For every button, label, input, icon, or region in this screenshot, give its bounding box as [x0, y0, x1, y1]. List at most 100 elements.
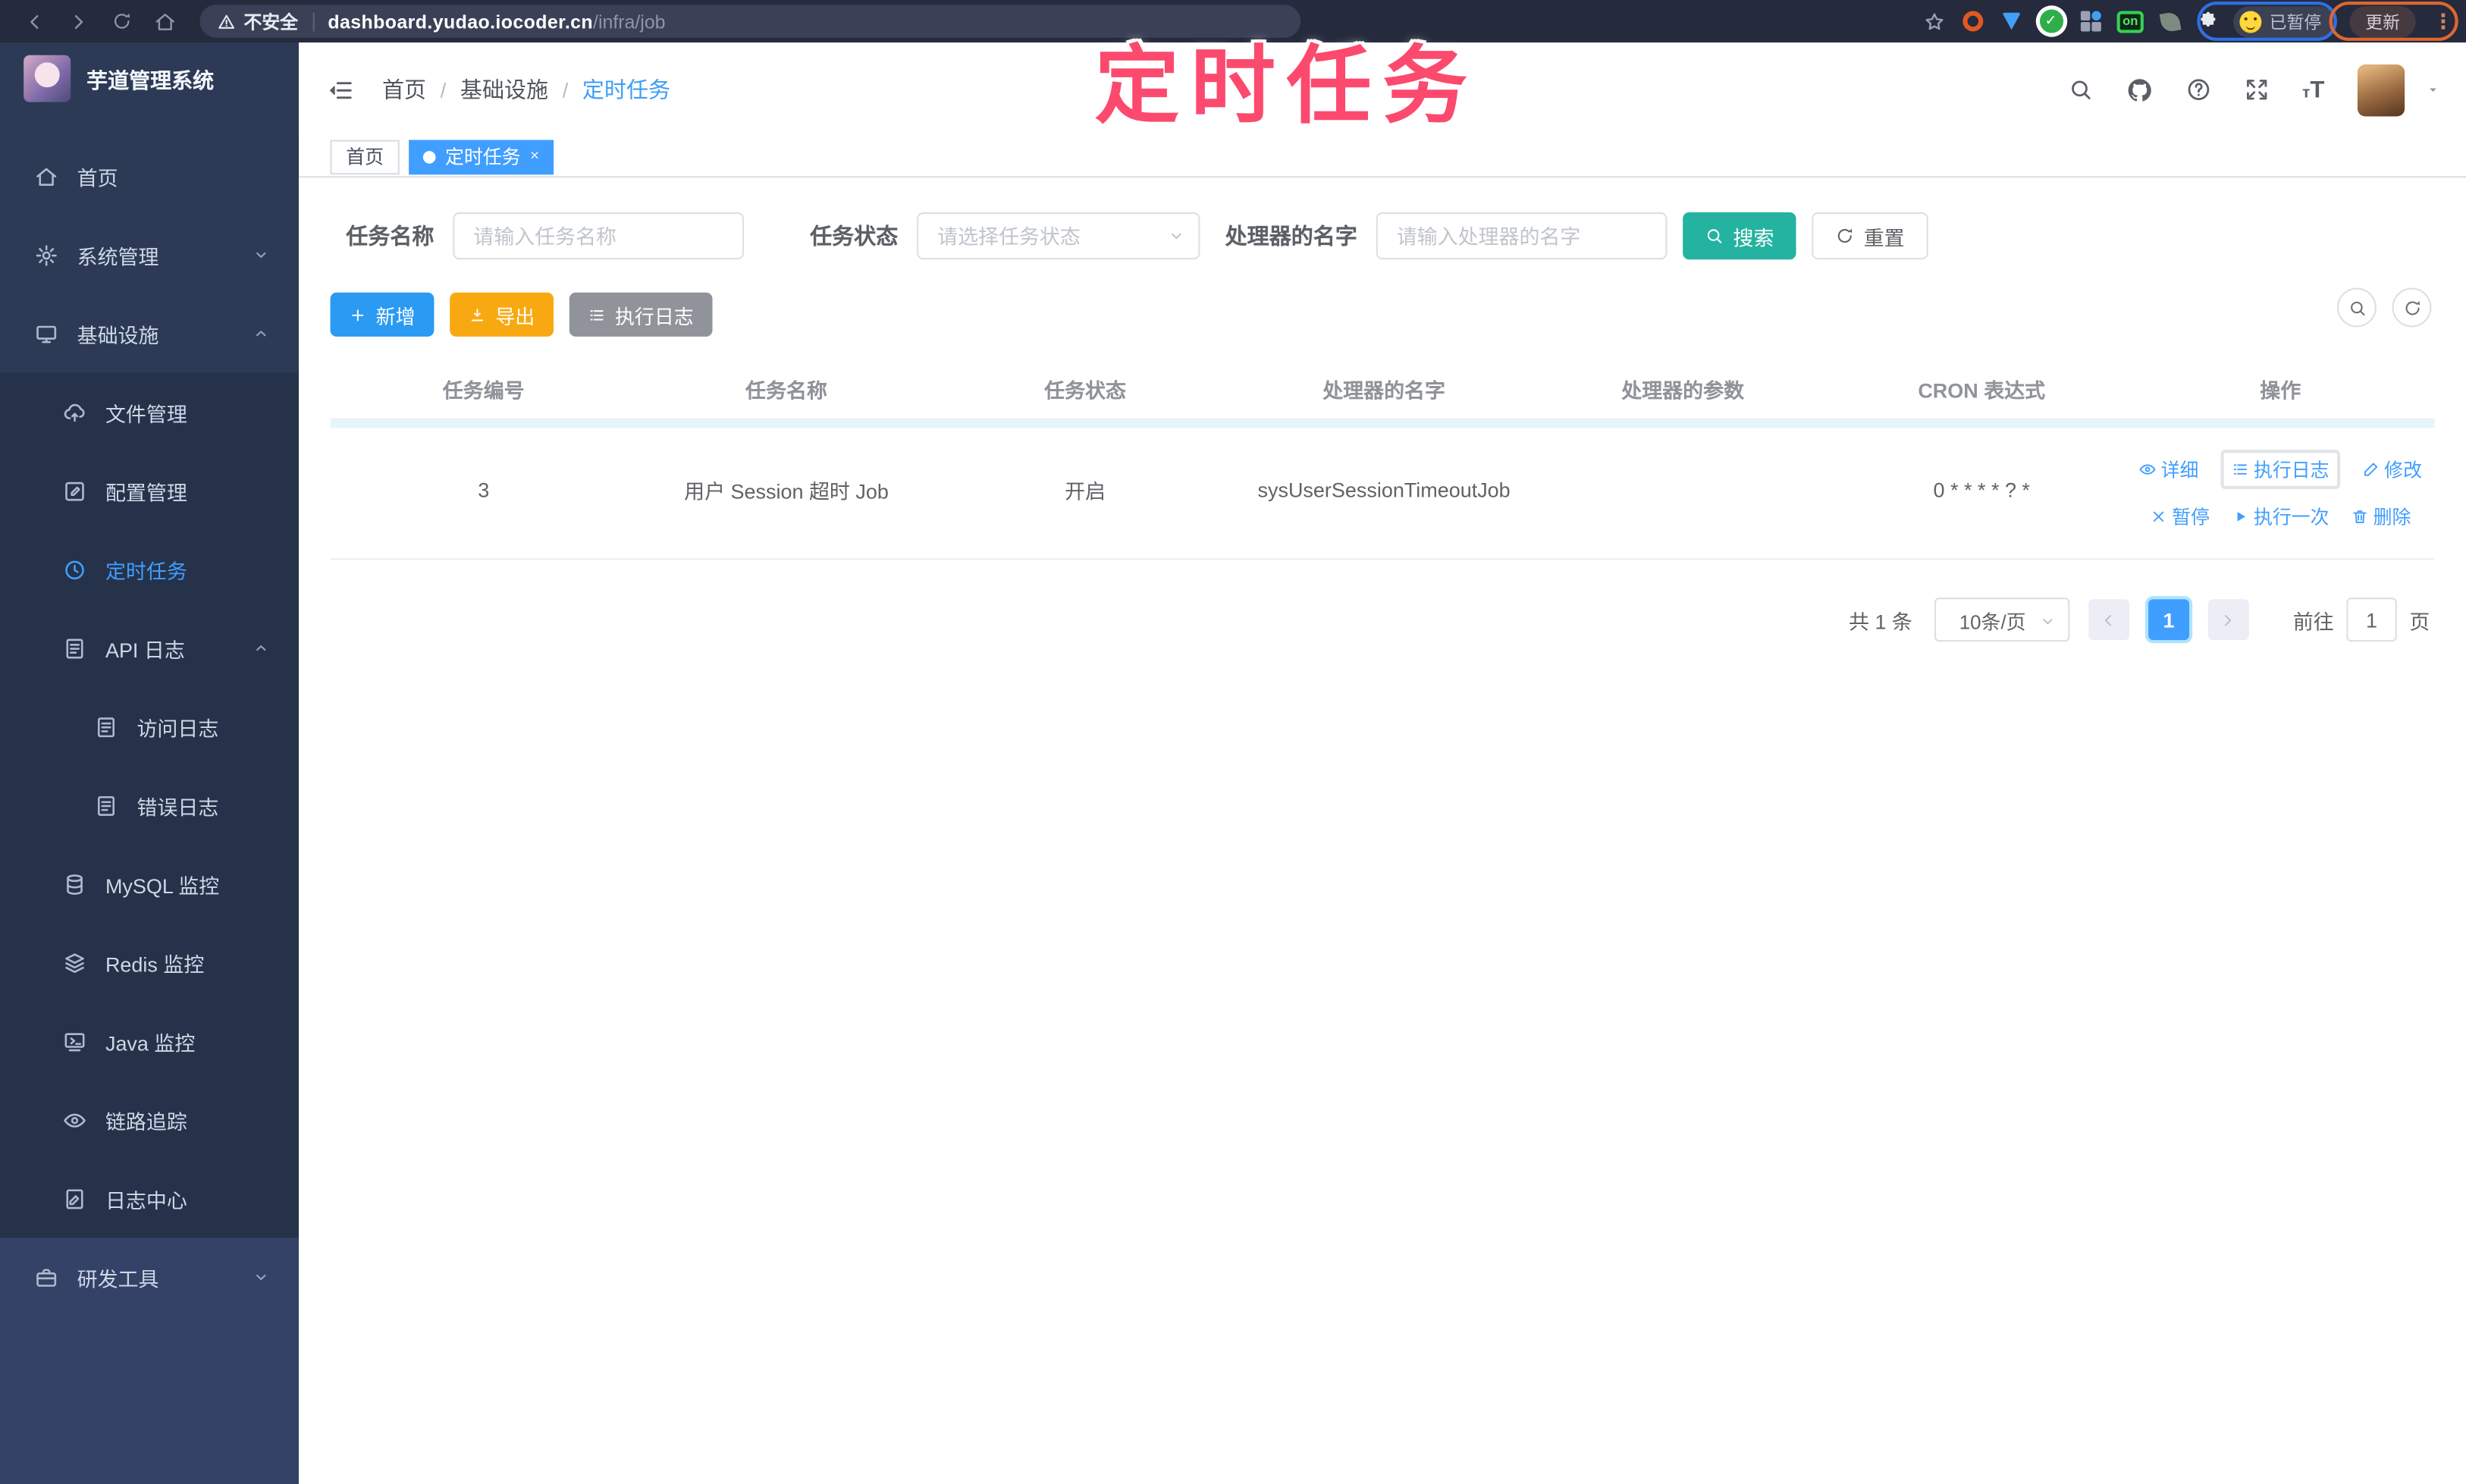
- sidebar-item-mysql-monitor[interactable]: MySQL 监控: [0, 845, 299, 924]
- log-doc-icon: [94, 715, 118, 739]
- page-size-select[interactable]: 10条/页: [1934, 598, 2070, 642]
- next-page-button[interactable]: [2207, 599, 2249, 641]
- edit-link[interactable]: 修改: [2362, 456, 2422, 482]
- pause-link[interactable]: 暂停: [2150, 504, 2210, 530]
- briefcase-icon: [35, 1266, 58, 1289]
- extension-on-badge[interactable]: on: [2116, 10, 2144, 33]
- sidebar-item-java-monitor[interactable]: Java 监控: [0, 1002, 299, 1081]
- log-center-icon: [63, 1187, 86, 1210]
- job-status-select[interactable]: [917, 212, 1200, 260]
- sidebar-collapse-icon[interactable]: [327, 77, 353, 103]
- cell-job-id: 3: [478, 478, 490, 502]
- detail-link[interactable]: 详细: [2139, 456, 2198, 482]
- table-settings: [2336, 287, 2432, 328]
- extension-green-check-icon[interactable]: ✓: [2038, 8, 2063, 33]
- sidebar-menu: 首页 系统管理 基础设施 文件管理 配置管理 定时任务 API 日志 访问日志 …: [0, 115, 300, 1484]
- sidebar-item-api-log[interactable]: API 日志: [0, 609, 299, 688]
- search-button[interactable]: 搜索: [1683, 212, 1796, 260]
- export-button[interactable]: 导出: [450, 292, 554, 337]
- browser-back-icon[interactable]: [24, 10, 45, 32]
- sidebar-item-system-mgmt[interactable]: 系统管理: [0, 215, 299, 294]
- breadcrumb-infrastructure[interactable]: 基础设施: [460, 74, 548, 105]
- chevron-up-icon: [252, 324, 271, 343]
- browser-update-button[interactable]: 更新: [2349, 5, 2416, 37]
- plus-icon: [349, 306, 366, 323]
- tag-home[interactable]: 首页: [330, 139, 400, 174]
- table-row: 3 用户 Session 超时 Job 开启 sysUserSessionTim…: [330, 428, 2435, 560]
- sidebar-item-label: 错误日志: [136, 795, 219, 819]
- handler-name-input[interactable]: [1376, 212, 1668, 260]
- execution-log-button[interactable]: 执行日志: [569, 292, 713, 337]
- monitor-icon: [35, 322, 58, 345]
- browser-forward-icon[interactable]: [67, 10, 89, 32]
- sidebar-item-log-center[interactable]: 日志中心: [0, 1159, 299, 1238]
- sidebar-item-error-log[interactable]: 错误日志: [0, 766, 299, 845]
- sidebar-item-file-mgmt[interactable]: 文件管理: [0, 373, 299, 452]
- sidebar-item-label: 链路追踪: [105, 1109, 187, 1134]
- log-doc-icon: [63, 636, 86, 660]
- help-icon[interactable]: [2186, 77, 2211, 102]
- jobs-table: 任务编号 任务名称 任务状态 处理器的名字 处理器的参数 CRON 表达式 操作…: [330, 363, 2435, 560]
- page-number-1[interactable]: 1: [2148, 599, 2189, 641]
- avatar-caret-down-icon[interactable]: [2425, 82, 2441, 98]
- tag-scheduled-jobs[interactable]: 定时任务 ×: [409, 139, 554, 174]
- extension-blue-drop-icon[interactable]: [1999, 8, 2024, 33]
- user-avatar[interactable]: [2357, 63, 2405, 116]
- font-size-icon[interactable]: тT: [2302, 77, 2324, 103]
- sidebar-item-dev-tools[interactable]: 研发工具: [0, 1238, 299, 1316]
- fullscreen-icon[interactable]: [2244, 77, 2269, 102]
- job-name-input[interactable]: [453, 212, 745, 260]
- sidebar-item-access-log[interactable]: 访问日志: [0, 687, 299, 766]
- sidebar-item-scheduled-jobs[interactable]: 定时任务: [0, 530, 299, 609]
- extension-grid-icon[interactable]: [2078, 8, 2103, 33]
- sidebar-item-label: 研发工具: [77, 1266, 159, 1291]
- download-icon: [469, 306, 486, 323]
- prev-page-button[interactable]: [2088, 599, 2130, 641]
- goto-label: 前往: [2292, 609, 2334, 633]
- extension-leaf-icon[interactable]: [2158, 8, 2183, 33]
- browser-reload-icon[interactable]: [111, 11, 132, 32]
- sidebar-item-tracing[interactable]: 链路追踪: [0, 1081, 299, 1159]
- sidebar-item-label: Java 监控: [105, 1031, 196, 1055]
- address-bar[interactable]: 不安全 dashboard.yudao.iocoder.cn /infra/jo…: [199, 5, 1301, 38]
- screen: 不安全 dashboard.yudao.iocoder.cn /infra/jo…: [0, 0, 2466, 1484]
- refresh-table-button[interactable]: [2392, 287, 2432, 328]
- sidebar-item-config-mgmt[interactable]: 配置管理: [0, 451, 299, 530]
- page-unit-label: 页: [2409, 609, 2430, 633]
- browser-home-icon[interactable]: [154, 10, 176, 32]
- x-icon: [2150, 508, 2167, 526]
- cell-job-status: 开启: [1065, 479, 1106, 504]
- github-icon[interactable]: [2126, 77, 2153, 103]
- gear-icon: [35, 243, 58, 266]
- sidebar-item-infrastructure[interactable]: 基础设施: [0, 294, 299, 373]
- cell-handler-name: sysUserSessionTimeoutJob: [1257, 478, 1511, 502]
- breadcrumb-home[interactable]: 首页: [382, 74, 426, 105]
- tag-close-icon[interactable]: ×: [530, 148, 539, 165]
- bookmark-star-icon[interactable]: [1924, 10, 1946, 32]
- url-path: /infra/job: [593, 10, 666, 33]
- pagination: 共 1 条 10条/页 1 前往 页: [299, 598, 2430, 642]
- delete-link[interactable]: 删除: [2351, 504, 2411, 530]
- reset-button[interactable]: 重置: [1812, 212, 1928, 260]
- browser-menu-icon[interactable]: ⋮: [2433, 8, 2453, 33]
- cell-cron: 0 * * * * ? *: [1933, 478, 2030, 502]
- sidebar-bottom-section: 研发工具: [0, 1238, 300, 1484]
- home-icon: [35, 165, 58, 188]
- app-logo-row[interactable]: 芋道管理系统: [0, 42, 299, 115]
- goto-page-input[interactable]: [2346, 598, 2397, 642]
- sidebar-item-redis-monitor[interactable]: Redis 监控: [0, 923, 299, 1002]
- clock-icon: [63, 557, 86, 581]
- extensions-puzzle-icon[interactable]: [2197, 10, 2219, 32]
- breadcrumb-separator: /: [562, 77, 569, 102]
- add-button[interactable]: 新增: [330, 292, 435, 337]
- profile-paused-badge[interactable]: 已暂停: [2233, 5, 2336, 37]
- run-once-link[interactable]: 执行一次: [2232, 504, 2330, 530]
- extension-orange-icon[interactable]: [1959, 8, 1984, 33]
- toggle-search-button[interactable]: [2336, 287, 2377, 328]
- sidebar-item-home[interactable]: 首页: [0, 136, 299, 215]
- cloud-upload-icon: [63, 400, 86, 424]
- search-icon[interactable]: [2068, 77, 2093, 102]
- row-exec-log-link[interactable]: 执行日志: [2220, 450, 2341, 490]
- breadcrumb-current: 定时任务: [582, 77, 671, 102]
- job-status-select-input[interactable]: [917, 212, 1200, 260]
